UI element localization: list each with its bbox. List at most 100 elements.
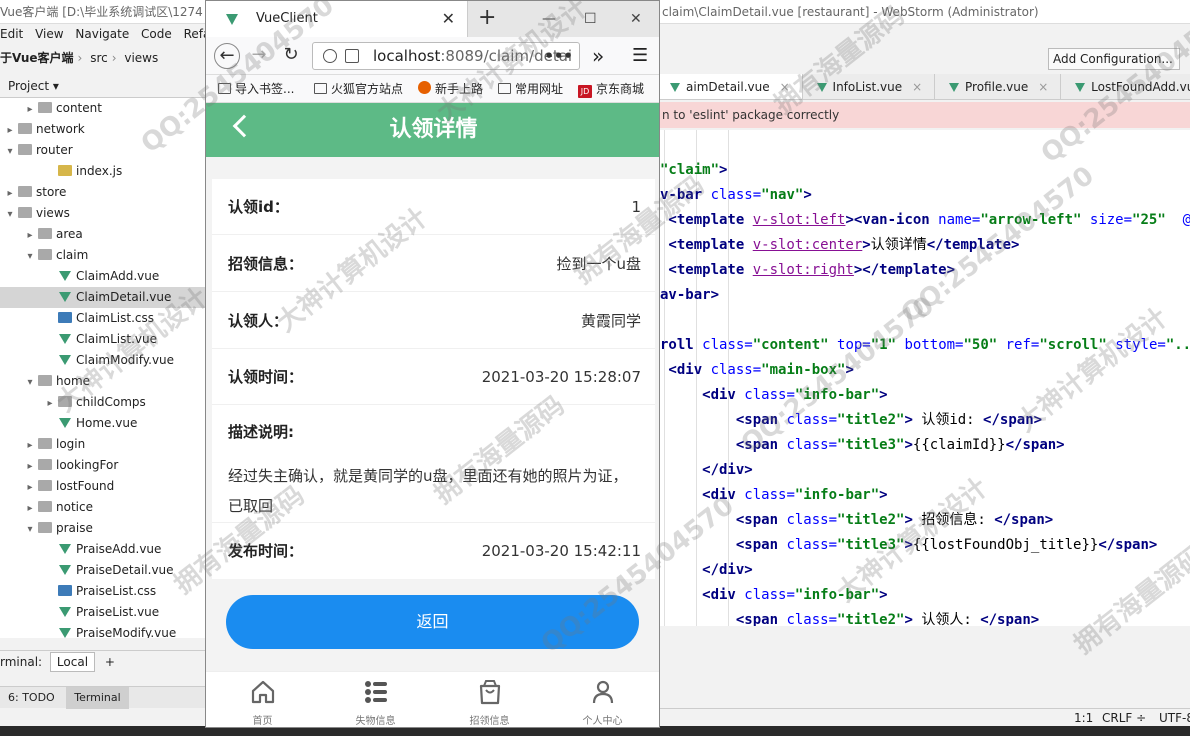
tree-item[interactable]: ▾ home xyxy=(0,371,206,392)
chevron-icon[interactable]: ▾ xyxy=(24,246,36,267)
tree-item[interactable]: ▸ lostFound xyxy=(0,476,206,497)
editor-tab-claimdetail[interactable]: aimDetail.vue × xyxy=(660,74,803,99)
tree-item[interactable]: index.js xyxy=(0,161,206,182)
menu-navigate[interactable]: Navigate xyxy=(75,27,129,41)
tree-item[interactable]: PraiseList.css xyxy=(0,581,206,602)
tree-item[interactable]: ClaimModify.vue xyxy=(0,350,206,371)
code-editor[interactable]: "claim"> v-bar class="nav"> <template v-s… xyxy=(660,130,1190,626)
tree-item[interactable]: PraiseDetail.vue xyxy=(0,560,206,581)
tree-item[interactable]: ClaimAdd.vue xyxy=(0,266,206,287)
chevron-icon[interactable]: ▸ xyxy=(24,225,36,246)
tree-item[interactable]: ▸ login xyxy=(0,434,206,455)
ide-title-right: claim\ClaimDetail.vue [restaurant] - Web… xyxy=(662,5,1039,19)
forward-button[interactable]: → xyxy=(246,43,272,69)
tree-item[interactable]: ▸ network xyxy=(0,119,206,140)
window-close-button[interactable]: ✕ xyxy=(630,1,642,37)
tree-item[interactable]: ▸ area xyxy=(0,224,206,245)
url-bar[interactable]: localhost:8089/claim/detai ••• xyxy=(312,42,580,70)
bookmark-label: 火狐官方站点 xyxy=(331,82,404,96)
tool-tab-todo[interactable]: 6: TODO xyxy=(0,687,63,709)
close-icon[interactable]: × xyxy=(1038,80,1048,94)
tree-item[interactable]: ▾ praise xyxy=(0,518,206,539)
menu-refactor[interactable]: Refa xyxy=(184,27,206,41)
tree-item[interactable]: Home.vue xyxy=(0,413,206,434)
chevron-icon[interactable]: ▾ xyxy=(4,204,16,225)
tree-item[interactable]: ▸ content xyxy=(0,98,206,119)
user-icon xyxy=(592,680,614,704)
menu-view[interactable]: View xyxy=(35,27,63,41)
return-button[interactable]: 返回 xyxy=(226,595,639,649)
chevron-icon[interactable]: ▸ xyxy=(24,99,36,120)
tree-item[interactable]: ▸ store xyxy=(0,182,206,203)
tabbar-item-lost-items[interactable]: 失物信息 xyxy=(319,672,432,727)
tree-item[interactable]: PraiseAdd.vue xyxy=(0,539,206,560)
project-panel-header[interactable]: Project ▾ xyxy=(0,74,206,98)
hamburger-menu-button[interactable]: ☰ xyxy=(632,45,648,66)
tree-item-label: index.js xyxy=(76,164,123,178)
status-caret-position[interactable]: 1:1 xyxy=(1074,709,1093,727)
add-configuration-button[interactable]: Add Configuration... xyxy=(1048,48,1180,70)
status-encoding[interactable]: UTF-8 xyxy=(1159,709,1190,727)
close-icon[interactable]: × xyxy=(780,80,790,94)
chevron-icon[interactable]: ▸ xyxy=(4,183,16,204)
menu-edit[interactable]: Edit xyxy=(0,27,23,41)
chevron-icon[interactable]: ▸ xyxy=(24,456,36,477)
chevron-icon[interactable]: ▸ xyxy=(24,435,36,456)
code-token: "25" xyxy=(1132,212,1166,228)
breadcrumb-project[interactable]: 于Vue客户端 xyxy=(0,51,74,65)
tree-item-label: PraiseModify.vue xyxy=(76,626,177,638)
bookmark-firefox-site[interactable]: 火狐官方站点 xyxy=(314,75,404,102)
page-actions-button[interactable]: ••• xyxy=(544,43,573,69)
vue-file-icon xyxy=(59,292,71,302)
browser-tab-vueclient[interactable]: VueClient ✕ xyxy=(206,1,468,37)
tree-item[interactable]: ▸ notice xyxy=(0,497,206,518)
tree-item[interactable]: ClaimList.css xyxy=(0,308,206,329)
status-line-separator[interactable]: CRLF ÷ xyxy=(1102,709,1146,727)
tree-item[interactable]: PraiseList.vue xyxy=(0,602,206,623)
tree-item[interactable]: ClaimList.vue xyxy=(0,329,206,350)
tree-item[interactable]: ▸ lookingFor xyxy=(0,455,206,476)
editor-tab-infolist[interactable]: InfoList.vue × xyxy=(807,74,936,99)
bookmark-getting-started[interactable]: 新手上路 xyxy=(418,75,483,102)
editor-tab-label: LostFoundAdd.vue xyxy=(1091,80,1190,94)
eslint-warning-banner[interactable]: n to 'eslint' package correctly xyxy=(660,102,1190,128)
info-icon[interactable] xyxy=(323,49,337,63)
breadcrumb-views[interactable]: views xyxy=(124,51,158,65)
breadcrumb-src[interactable]: src xyxy=(90,51,108,65)
code-line: <div class="main-box"> xyxy=(660,358,853,383)
maximize-button[interactable]: ☐ xyxy=(584,1,597,37)
tool-tab-terminal[interactable]: Terminal xyxy=(66,687,129,709)
minimize-button[interactable]: — xyxy=(542,1,556,37)
bookmark-import[interactable]: 导入书签... xyxy=(218,75,294,102)
chevron-icon[interactable]: ▾ xyxy=(4,141,16,162)
code-token: "claim" xyxy=(660,162,720,178)
editor-tab-profile[interactable]: Profile.vue × xyxy=(939,74,1062,99)
terminal-add-button[interactable]: + xyxy=(105,655,115,669)
chevron-icon[interactable]: ▸ xyxy=(24,477,36,498)
reload-button[interactable]: ↻ xyxy=(278,43,304,69)
tree-item[interactable]: ▸ childComps xyxy=(0,392,206,413)
bookmark-common-sites[interactable]: 常用网址 xyxy=(498,75,563,102)
tabbar-item-profile[interactable]: 个人中心 xyxy=(546,672,659,727)
back-button[interactable]: ← xyxy=(214,43,240,69)
tab-close-button[interactable]: ✕ xyxy=(442,1,455,37)
tree-item[interactable]: ▾ router xyxy=(0,140,206,161)
new-tab-button[interactable]: + xyxy=(478,1,496,35)
chevron-icon[interactable]: ▸ xyxy=(24,498,36,519)
menu-code[interactable]: Code xyxy=(141,27,172,41)
tree-item[interactable]: ▾ views xyxy=(0,203,206,224)
terminal-tab-local[interactable]: Local xyxy=(49,652,96,672)
tree-item[interactable]: PraiseModify.vue xyxy=(0,623,206,638)
tabbar-item-home[interactable]: 首页 xyxy=(206,672,319,727)
tabbar-item-found-items[interactable]: 招领信息 xyxy=(433,672,546,727)
tree-item[interactable]: ClaimDetail.vue xyxy=(0,287,206,308)
tree-item[interactable]: ▾ claim xyxy=(0,245,206,266)
close-icon[interactable]: × xyxy=(912,80,922,94)
bookmark-jd[interactable]: JD 京东商城 xyxy=(578,75,644,102)
editor-tab-lostfoundadd[interactable]: LostFoundAdd.vue× xyxy=(1065,74,1190,99)
chevron-icon[interactable]: ▸ xyxy=(44,393,56,414)
chevron-icon[interactable]: ▸ xyxy=(4,120,16,141)
chevron-icon[interactable]: ▾ xyxy=(24,519,36,540)
overflow-menu-button[interactable]: » xyxy=(592,44,604,68)
chevron-icon[interactable]: ▾ xyxy=(24,372,36,393)
